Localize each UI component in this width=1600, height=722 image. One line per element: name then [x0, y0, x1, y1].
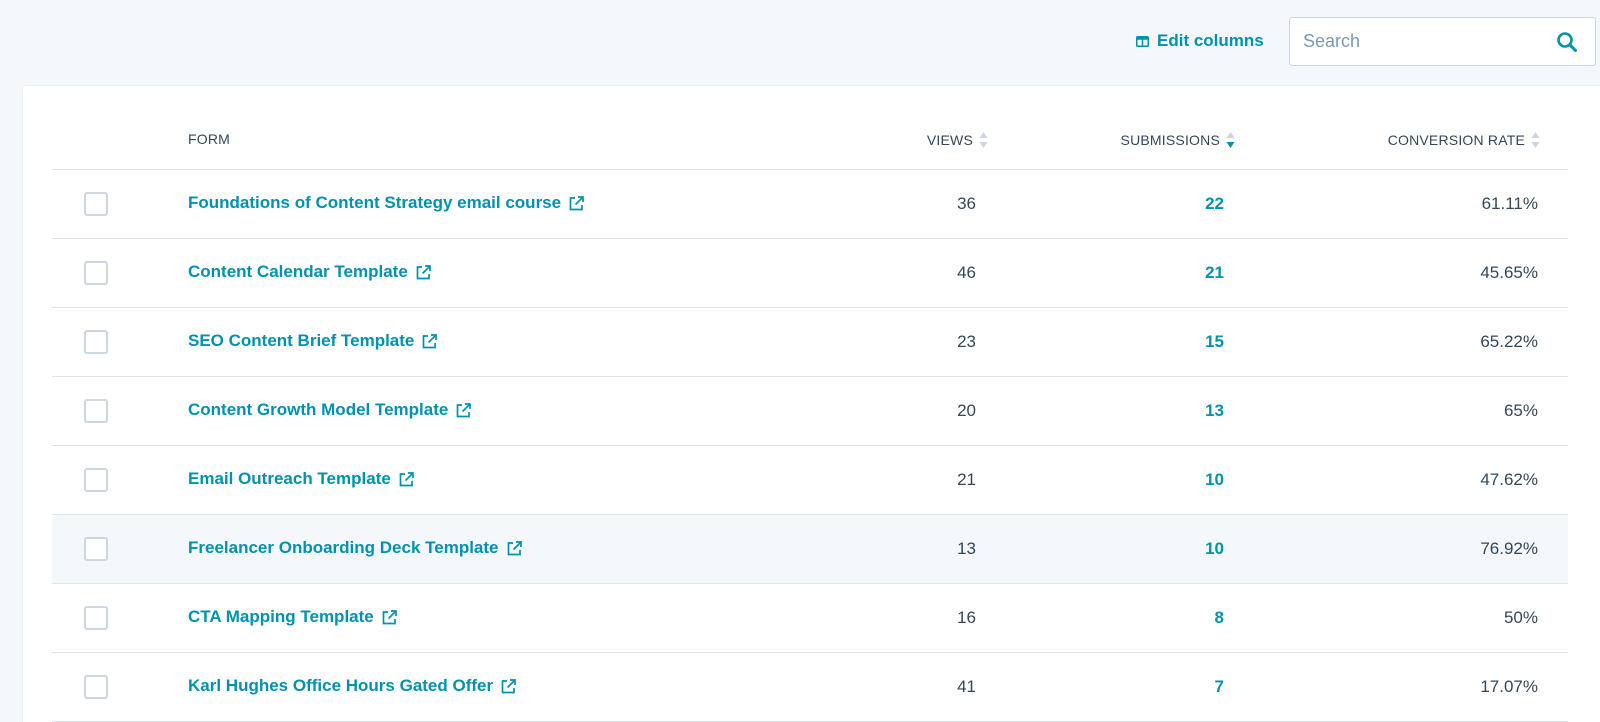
views-value: 36: [957, 194, 976, 213]
submissions-value[interactable]: 10: [1205, 470, 1224, 490]
row-checkbox[interactable]: [84, 537, 108, 561]
table-toolbar: Edit columns: [0, 0, 1600, 84]
conversion-rate-value: 61.11%: [1481, 194, 1538, 213]
row-checkbox[interactable]: [84, 675, 108, 699]
views-value: 46: [957, 263, 976, 282]
views-value: 41: [957, 677, 976, 696]
column-header-conversion-rate-label: CONVERSION RATE: [1387, 132, 1525, 148]
form-name: Karl Hughes Office Hours Gated Offer: [188, 676, 494, 695]
form-link[interactable]: Karl Hughes Office Hours Gated Offer: [188, 676, 517, 696]
form-name: SEO Content Brief Template: [188, 331, 415, 350]
table-row: CTA Mapping Template 16 8 50%: [52, 584, 1568, 653]
form-link[interactable]: Freelancer Onboarding Deck Template: [188, 538, 523, 558]
external-link-icon[interactable]: [381, 609, 398, 626]
search-icon[interactable]: [1556, 31, 1578, 53]
table-row: Content Growth Model Template 20 13 65%: [52, 377, 1568, 446]
conversion-rate-value: 50%: [1503, 608, 1538, 627]
form-link[interactable]: Content Growth Model Template: [188, 400, 472, 420]
row-checkbox[interactable]: [84, 192, 108, 216]
row-checkbox[interactable]: [84, 261, 108, 285]
form-name: Content Calendar Template: [188, 262, 408, 281]
columns-icon: [1136, 35, 1149, 47]
edit-columns-label: Edit columns: [1157, 31, 1264, 50]
submissions-value[interactable]: 8: [1215, 608, 1224, 628]
external-link-icon[interactable]: [568, 195, 585, 212]
search-input[interactable]: [1290, 18, 1545, 65]
sort-arrows-icon[interactable]: [979, 131, 988, 149]
external-link-icon[interactable]: [415, 264, 432, 281]
conversion-rate-value: 65.22%: [1480, 332, 1538, 351]
table-row: Karl Hughes Office Hours Gated Offer 41 …: [52, 653, 1568, 722]
submissions-value[interactable]: 10: [1205, 539, 1224, 559]
row-checkbox[interactable]: [84, 468, 108, 492]
form-link[interactable]: CTA Mapping Template: [188, 607, 398, 627]
submissions-value[interactable]: 21: [1205, 263, 1224, 283]
column-header-views[interactable]: VIEWS: [927, 131, 988, 149]
views-value: 23: [957, 332, 976, 351]
sort-arrows-icon[interactable]: [1531, 131, 1540, 149]
conversion-rate-value: 17.07%: [1480, 677, 1538, 696]
conversion-rate-value: 65%: [1503, 401, 1538, 420]
table-row: Email Outreach Template 21 10 47.62%: [52, 446, 1568, 515]
table-row: Foundations of Content Strategy email co…: [52, 170, 1568, 239]
views-value: 16: [957, 608, 976, 627]
external-link-icon[interactable]: [421, 333, 438, 350]
form-link[interactable]: Email Outreach Template: [188, 469, 415, 489]
row-checkbox[interactable]: [84, 606, 108, 630]
column-header-submissions-label: SUBMISSIONS: [1120, 132, 1220, 148]
form-name: Freelancer Onboarding Deck Template: [188, 538, 499, 557]
conversion-rate-value: 47.62%: [1480, 470, 1538, 489]
submissions-value[interactable]: 15: [1205, 332, 1224, 352]
external-link-icon[interactable]: [500, 678, 517, 695]
conversion-rate-value: 76.92%: [1480, 539, 1538, 558]
row-checkbox[interactable]: [84, 399, 108, 423]
edit-columns-button[interactable]: Edit columns: [1136, 28, 1264, 54]
column-header-form-label: FORM: [188, 131, 231, 147]
table-row: SEO Content Brief Template 23 15 65.22%: [52, 308, 1568, 377]
submissions-value[interactable]: 7: [1215, 677, 1224, 697]
row-checkbox[interactable]: [84, 330, 108, 354]
views-value: 21: [957, 470, 976, 489]
views-value: 20: [957, 401, 976, 420]
views-value: 13: [957, 539, 976, 558]
form-name: Foundations of Content Strategy email co…: [188, 193, 562, 212]
submissions-value[interactable]: 22: [1205, 194, 1224, 214]
table-row-hovered: Freelancer Onboarding Deck Template 13 1…: [52, 515, 1568, 584]
form-name: Email Outreach Template: [188, 469, 391, 488]
form-link[interactable]: Content Calendar Template: [188, 262, 432, 282]
submissions-value[interactable]: 13: [1205, 401, 1224, 421]
conversion-rate-value: 45.65%: [1480, 263, 1538, 282]
external-link-icon[interactable]: [455, 402, 472, 419]
forms-table-card: FORM VIEWS SUBMISSIONS CONVERSION RATE F…: [22, 85, 1600, 722]
table-row: Content Calendar Template 46 21 45.65%: [52, 239, 1568, 308]
form-link[interactable]: SEO Content Brief Template: [188, 331, 438, 351]
form-name: CTA Mapping Template: [188, 607, 374, 626]
form-link[interactable]: Foundations of Content Strategy email co…: [188, 193, 585, 213]
external-link-icon[interactable]: [398, 471, 415, 488]
column-header-form: FORM: [188, 131, 230, 147]
external-link-icon[interactable]: [506, 540, 523, 557]
forms-table: FORM VIEWS SUBMISSIONS CONVERSION RATE F…: [52, 86, 1568, 722]
search-field[interactable]: [1289, 17, 1596, 66]
table-header: FORM VIEWS SUBMISSIONS CONVERSION RATE: [52, 86, 1568, 170]
column-header-submissions[interactable]: SUBMISSIONS: [1121, 131, 1235, 149]
sort-descending-icon[interactable]: [1226, 131, 1235, 149]
column-header-conversion-rate[interactable]: CONVERSION RATE: [1388, 131, 1540, 149]
form-name: Content Growth Model Template: [188, 400, 449, 419]
column-header-views-label: VIEWS: [926, 132, 973, 148]
